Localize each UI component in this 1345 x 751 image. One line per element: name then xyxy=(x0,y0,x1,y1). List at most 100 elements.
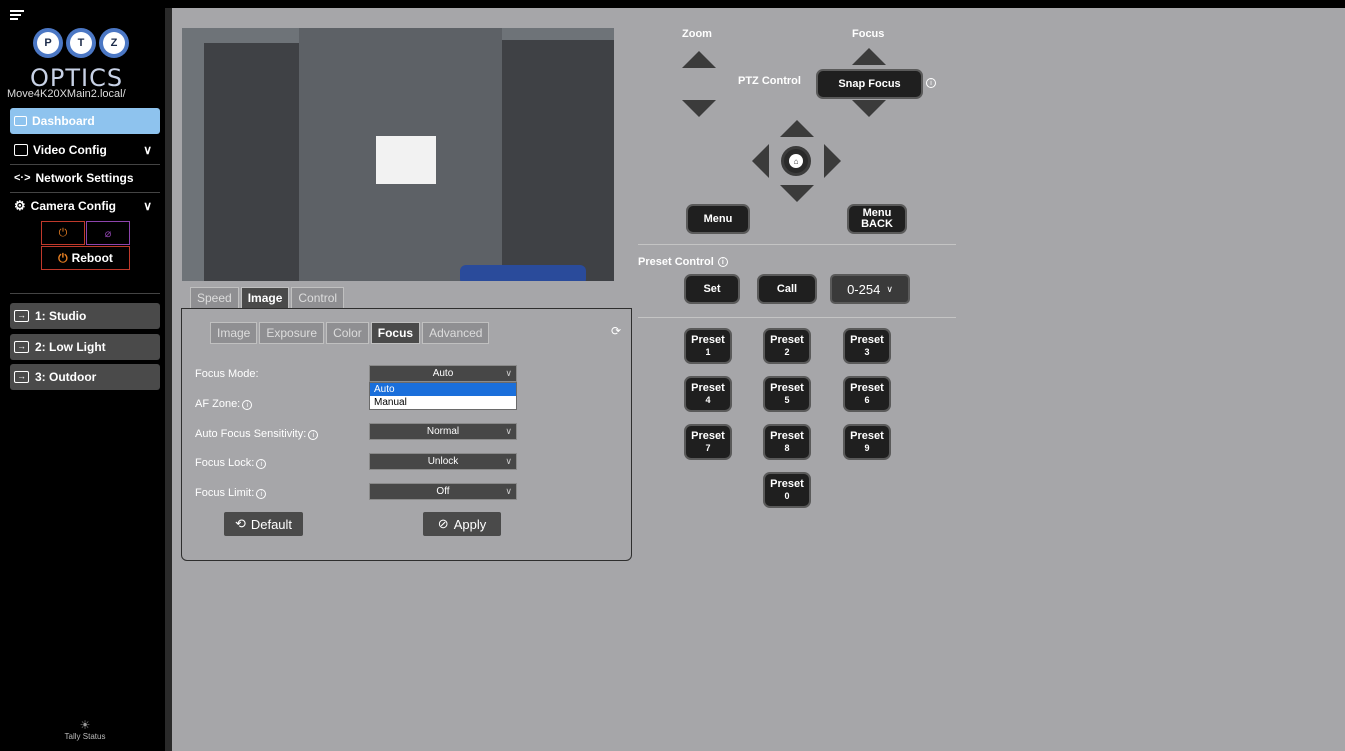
info-icon[interactable]: i xyxy=(242,400,253,410)
reboot-label: Reboot xyxy=(71,251,113,265)
tilt-down-arrow-icon[interactable] xyxy=(780,185,814,202)
tilt-up-arrow-icon[interactable] xyxy=(780,120,814,137)
focus-lock-select[interactable]: Unlock ∨ xyxy=(369,453,517,470)
camera-preview[interactable] xyxy=(182,28,614,281)
nav-video-config[interactable]: Video Config ∨ xyxy=(10,137,160,163)
preset-call-button[interactable]: Call xyxy=(757,274,817,304)
preset-button-1[interactable]: Preset 1 xyxy=(684,328,732,364)
preset-word: Preset xyxy=(850,382,884,394)
preset-link-label: 3: Outdoor xyxy=(35,370,97,384)
tally-status[interactable]: ☀ Tally Status xyxy=(55,718,115,741)
focus-far-arrow-icon[interactable] xyxy=(852,100,886,117)
subtab-exposure[interactable]: Exposure xyxy=(259,322,325,344)
lightbulb-icon: ☀ xyxy=(79,718,91,732)
tab-speed[interactable]: Speed xyxy=(190,287,239,308)
preset-number: 2 xyxy=(784,347,790,357)
video-camera-icon xyxy=(14,116,27,126)
preset-button-9[interactable]: Preset 9 xyxy=(843,424,891,460)
refresh-icon[interactable]: ⟳ xyxy=(611,324,621,338)
preset-set-button[interactable]: Set xyxy=(684,274,740,304)
home-icon: ⌂ xyxy=(789,154,803,168)
enter-icon: → xyxy=(14,310,29,322)
nav-network-settings[interactable]: <·> Network Settings xyxy=(10,165,160,191)
info-icon[interactable]: i xyxy=(256,459,267,469)
call-label: Call xyxy=(776,282,798,295)
chevron-down-icon: ∨ xyxy=(505,486,512,496)
subtab-image[interactable]: Image xyxy=(210,322,258,344)
subtab-advanced[interactable]: Advanced xyxy=(422,322,490,344)
main-border xyxy=(165,8,172,751)
apply-button[interactable]: ⊘ Apply xyxy=(423,512,501,536)
af-sensitivity-select[interactable]: Normal ∨ xyxy=(369,423,517,440)
preset-button-3[interactable]: Preset 3 xyxy=(843,328,891,364)
subtab-color[interactable]: Color xyxy=(326,322,369,344)
network-arrows-icon: <·> xyxy=(14,172,31,184)
focus-near-arrow-icon[interactable] xyxy=(852,48,886,65)
focus-mode-select[interactable]: Auto ∨ xyxy=(369,365,517,382)
nav-camera-config[interactable]: ⚙ Camera Config ∨ xyxy=(10,193,160,219)
preset-number: 4 xyxy=(705,395,711,405)
info-icon[interactable]: i xyxy=(256,489,267,499)
info-icon[interactable]: i xyxy=(717,257,728,268)
gear-icon: ⚙ xyxy=(14,198,26,213)
reboot-button[interactable]: ⏻ Reboot xyxy=(41,246,130,270)
preset-word: Preset xyxy=(691,334,725,346)
preset-number: 5 xyxy=(784,395,790,405)
enter-icon: → xyxy=(14,341,29,353)
default-button[interactable]: ⟲ Default xyxy=(224,512,303,536)
nav-dashboard[interactable]: Dashboard xyxy=(10,108,160,134)
preset-button-8[interactable]: Preset 8 xyxy=(763,424,811,460)
preset-button-7[interactable]: Preset 7 xyxy=(684,424,732,460)
preset-link-3[interactable]: → 3: Outdoor xyxy=(10,364,160,390)
preset-number: 6 xyxy=(864,395,870,405)
home-button[interactable]: ⌂ xyxy=(781,146,811,176)
info-icon[interactable]: i xyxy=(926,78,936,88)
preset-control-label: Preset Control i xyxy=(638,256,728,268)
device-name[interactable]: Move4K20XMain2.local/ xyxy=(7,88,126,100)
preset-word: Preset xyxy=(691,382,725,394)
preset-link-2[interactable]: → 2: Low Light xyxy=(10,334,160,360)
power-button[interactable]: ⏻ xyxy=(41,221,85,245)
zoom-label: Zoom xyxy=(682,28,712,40)
nav-label: Dashboard xyxy=(32,114,95,128)
tab-image[interactable]: Image xyxy=(240,287,290,308)
hide-button[interactable]: ⌀ xyxy=(86,221,130,245)
pan-right-arrow-icon[interactable] xyxy=(824,144,841,178)
zoom-out-arrow-icon[interactable] xyxy=(682,100,716,117)
default-label: Default xyxy=(250,516,293,532)
preset-button-6[interactable]: Preset 6 xyxy=(843,376,891,412)
divider xyxy=(10,293,160,294)
preset-link-label: 2: Low Light xyxy=(35,340,106,354)
tab-control[interactable]: Control xyxy=(291,287,345,308)
dropdown-option-auto[interactable]: Auto xyxy=(370,383,516,396)
hamburger-menu-icon[interactable] xyxy=(10,10,24,22)
zoom-in-arrow-icon[interactable] xyxy=(682,51,716,68)
focus-lock-label: Focus Lock: i xyxy=(195,457,267,469)
info-icon[interactable]: i xyxy=(308,430,319,440)
menu-button[interactable]: Menu xyxy=(686,204,750,234)
subtab-focus[interactable]: Focus xyxy=(370,322,421,344)
preset-number: 1 xyxy=(705,347,711,357)
preset-number: 7 xyxy=(705,443,711,453)
preset-button-0[interactable]: Preset 0 xyxy=(763,472,811,508)
preview-object xyxy=(460,265,586,281)
focus-limit-select[interactable]: Off ∨ xyxy=(369,483,517,500)
dropdown-option-manual[interactable]: Manual xyxy=(370,396,516,409)
chevron-down-icon: ∨ xyxy=(505,426,512,436)
chevron-down-icon: ∨ xyxy=(143,143,152,157)
preset-button-5[interactable]: Preset 5 xyxy=(763,376,811,412)
preset-button-2[interactable]: Preset 2 xyxy=(763,328,811,364)
preset-number: 3 xyxy=(864,347,870,357)
chevron-down-icon: ∨ xyxy=(505,456,512,466)
pan-left-arrow-icon[interactable] xyxy=(752,144,769,178)
preset-link-1[interactable]: → 1: Studio xyxy=(10,303,160,329)
preview-paper xyxy=(376,136,436,184)
reset-icon: ⟲ xyxy=(234,516,246,531)
snap-focus-button[interactable]: Snap Focus xyxy=(816,69,923,99)
nav-label: Video Config xyxy=(33,143,107,157)
preset-button-4[interactable]: Preset 4 xyxy=(684,376,732,412)
tally-label: Tally Status xyxy=(64,732,106,741)
preset-number-select[interactable]: 0-254 ∨ xyxy=(830,274,910,304)
divider xyxy=(638,244,956,245)
menu-back-button[interactable]: Menu BACK xyxy=(847,204,907,234)
